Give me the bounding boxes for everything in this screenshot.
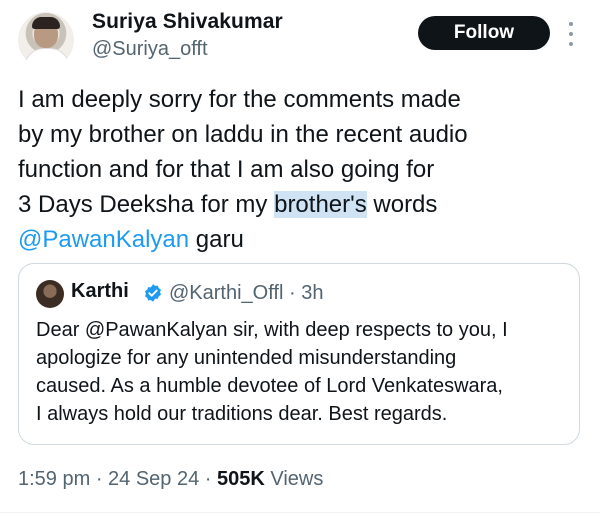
quoted-text-line: I always hold our traditions dear. Best … [36,403,448,425]
follow-button[interactable]: Follow [418,16,550,50]
avatar-shirt [24,48,70,68]
author-display-name[interactable]: Suriya Shivakumar [92,10,283,34]
views-count: 505K [217,468,265,490]
tweet-text-line: I am deeply sorry for the comments made [18,86,461,113]
tweet-metadata: 1:59 pm · 24 Sep 24 · 505K Views [18,468,323,491]
quoted-tweet-card[interactable]: Karthi @Karthi_Offl · 3h Dear @PawanKaly… [18,263,580,445]
more-vertical-icon[interactable] [564,22,578,46]
tweet-text-line: @PawanKalyan garu [18,222,588,257]
selected-text-highlight[interactable]: brother's [274,191,367,218]
tweet-text-line: 3 Days Deeksha for my brother's words [18,187,588,222]
verified-badge-icon [145,284,161,302]
quoted-text-line: Dear @PawanKalyan sir, with deep respect… [36,319,508,341]
tweet-text-segment: words [366,191,438,218]
divider [0,512,600,513]
quoted-tweet-text: Dear @PawanKalyan sir, with deep respect… [36,316,576,428]
quoted-text-line: caused. As a humble devotee of Lord Venk… [36,375,503,397]
author-handle[interactable]: @Suriya_offt [92,38,208,61]
more-dot [569,42,573,46]
tweet-text: I am deeply sorry for the comments made … [18,82,588,257]
tweet-text-segment: garu [189,226,244,253]
author-avatar[interactable] [18,12,74,68]
quoted-author-handle-time: @Karthi_Offl · 3h [169,282,324,304]
quoted-author-name: Karthi [71,280,129,302]
tweet-text-line: by my brother on laddu in the recent aud… [18,121,468,148]
tweet-header: Suriya Shivakumar @Suriya_offt Follow [0,0,600,76]
quoted-author-avatar [36,280,64,308]
tweet-text-line: function and for that I am also going fo… [18,156,435,183]
quoted-text-line: apologize for any unintended misundersta… [36,347,457,369]
more-dot [569,22,573,26]
mention-link[interactable]: @PawanKalyan [18,226,189,253]
tweet-text-segment: 3 Days Deeksha for my [18,191,275,218]
avatar-hair [32,17,60,29]
tweet-timestamp[interactable]: 1:59 pm · 24 Sep 24 · [18,468,217,490]
views-label: Views [264,468,324,490]
more-dot [569,32,573,36]
